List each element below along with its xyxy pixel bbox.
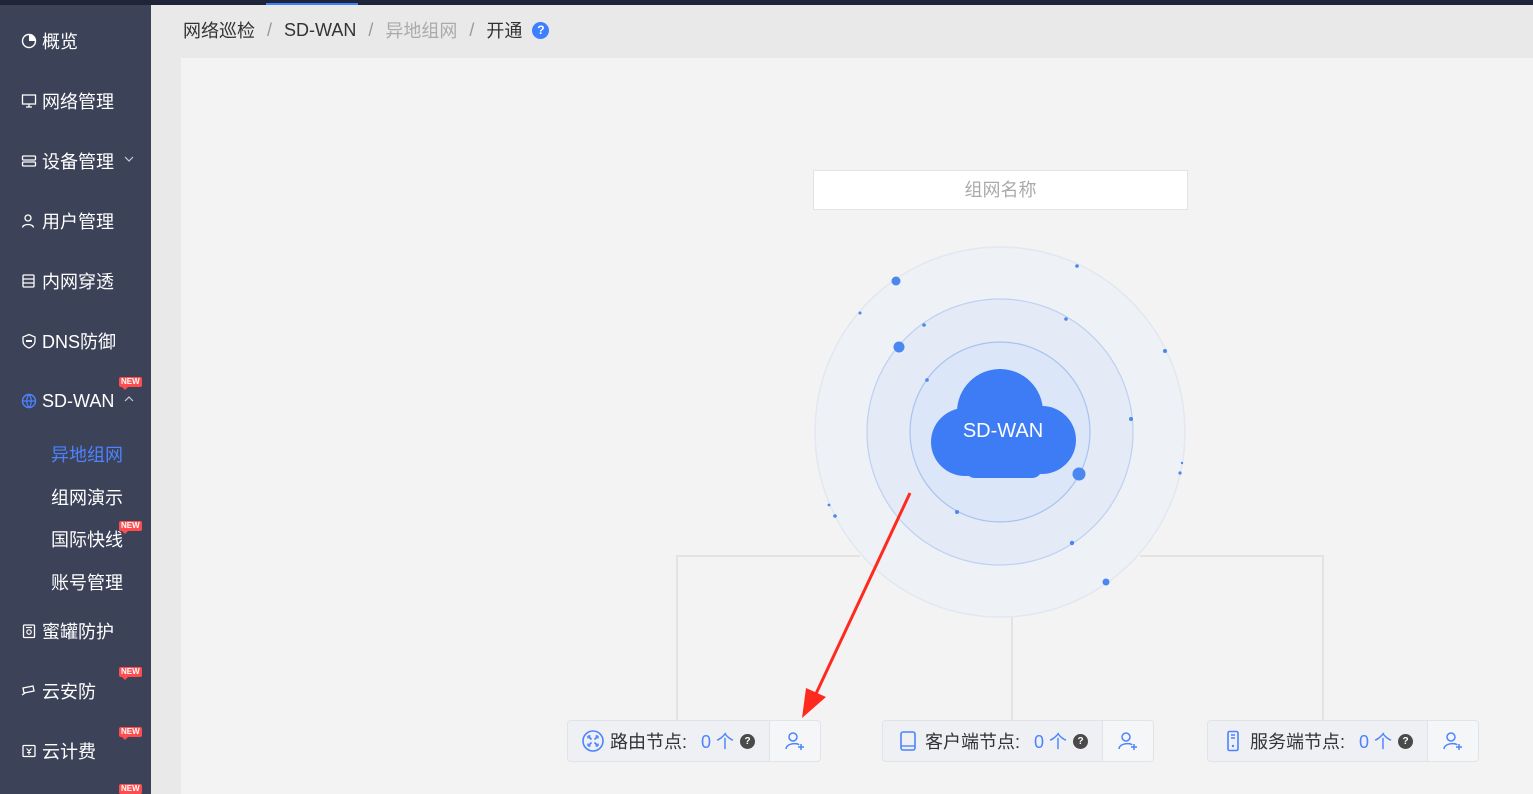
client-node-count: 0 个 <box>1034 732 1068 752</box>
cloud-label: SD-WAN <box>962 420 1044 442</box>
top-bar <box>0 0 1533 5</box>
add-server-node-button[interactable] <box>1427 720 1480 762</box>
sidebar-subitem-accounts[interactable]: 账号管理 <box>51 569 123 595</box>
monitor-icon <box>20 92 38 110</box>
camera-icon <box>20 682 38 700</box>
add-client-node-button[interactable] <box>1102 720 1155 762</box>
add-user-icon <box>1443 732 1463 750</box>
active-tab-indicator <box>266 3 358 5</box>
shield-icon <box>20 332 38 350</box>
breadcrumb-current: 开通 <box>486 21 523 41</box>
sidebar-subitem-intl-line[interactable]: 国际快线 <box>51 526 123 552</box>
sidebar-item-overview[interactable]: 概览 <box>0 21 151 61</box>
router-node-card: 路由节点: 0 个 ? <box>567 720 822 762</box>
pie-chart-icon <box>20 32 38 50</box>
help-icon[interactable]: ? <box>740 733 756 749</box>
server-node-label: 服务端节点: <box>1250 732 1346 752</box>
user-icon <box>20 212 38 230</box>
content-panel <box>181 58 1533 794</box>
lock-box-icon <box>20 622 38 640</box>
server-node-card: 服务端节点: 0 个 ? <box>1207 720 1480 762</box>
help-icon[interactable]: ? <box>1073 733 1089 749</box>
new-badge: NEW <box>119 667 142 680</box>
database-icon <box>20 272 38 290</box>
help-icon[interactable]: ? <box>532 21 550 39</box>
sidebar-item-dns[interactable]: DNS防御 <box>0 321 151 361</box>
breadcrumb-item[interactable]: 异地组网 <box>385 17 457 43</box>
breadcrumb: 网络巡检 / SD-WAN / 异地组网 / 开通 ? <box>183 17 550 43</box>
billing-icon <box>20 742 38 760</box>
add-user-icon <box>785 732 805 750</box>
sidebar-item-tunnel[interactable]: 内网穿透 <box>0 261 151 301</box>
router-node-info: 路由节点: 0 个 ? <box>567 720 770 762</box>
sidebar-item-network[interactable]: 网络管理 <box>0 81 151 121</box>
router-node-label: 路由节点: <box>610 732 688 752</box>
client-node-info: 客户端节点: 0 个 ? <box>882 720 1103 762</box>
sidebar-item-honeypot[interactable]: 蜜罐防护 <box>0 611 151 651</box>
server-tower-icon <box>1222 730 1244 752</box>
add-router-node-button[interactable] <box>769 720 822 762</box>
sidebar-subitem-demo[interactable]: 组网演示 <box>51 484 123 510</box>
sidebar-item-label: DNS防御 <box>42 332 117 352</box>
sidebar-item-label: 用户管理 <box>42 212 114 232</box>
new-badge: NEW <box>119 727 142 740</box>
sidebar-item-devices[interactable]: 设备管理 <box>0 141 151 181</box>
tablet-icon <box>897 730 919 752</box>
network-name-input[interactable] <box>813 170 1188 210</box>
sidebar: 概览 网络管理 设备管理 用户管理 内网穿透 DNS防御 SD-WAN NEW … <box>0 5 151 794</box>
sidebar-item-label: 云计费 <box>42 742 96 762</box>
client-node-card: 客户端节点: 0 个 ? <box>882 720 1155 762</box>
add-user-icon <box>1118 732 1138 750</box>
server-node-info: 服务端节点: 0 个 ? <box>1207 720 1428 762</box>
help-icon[interactable]: ? <box>1398 733 1414 749</box>
sidebar-item-label: 内网穿透 <box>42 272 114 292</box>
chevron-down-icon <box>124 156 134 162</box>
chevron-up-icon <box>124 396 134 402</box>
new-badge: NEW <box>119 784 142 794</box>
sidebar-item-label: 蜜罐防护 <box>42 622 114 642</box>
new-badge: NEW <box>119 377 142 390</box>
client-node-label: 客户端节点: <box>925 732 1021 752</box>
breadcrumb-item[interactable]: SD-WAN <box>284 20 356 41</box>
sidebar-item-label: 概览 <box>42 32 78 52</box>
server-node-count: 0 个 <box>1359 732 1393 752</box>
sidebar-item-users[interactable]: 用户管理 <box>0 201 151 241</box>
sidebar-item-billing[interactable]: 云计费 <box>0 731 151 771</box>
server-icon <box>20 152 38 170</box>
sidebar-item-label: 网络管理 <box>42 92 114 112</box>
globe-icon <box>20 392 38 410</box>
sidebar-item-label: SD-WAN <box>42 390 115 411</box>
router-node-count: 0 个 <box>701 732 735 752</box>
router-icon <box>582 730 604 752</box>
breadcrumb-item[interactable]: 网络巡检 <box>183 17 255 43</box>
sidebar-item-label: 云安防 <box>42 682 96 702</box>
sidebar-item-label: 设备管理 <box>42 152 114 172</box>
sidebar-item-sdwan[interactable]: SD-WAN <box>0 381 151 421</box>
sidebar-subitem-remote-network[interactable]: 异地组网 <box>51 441 123 467</box>
sidebar-item-cloud-security[interactable]: 云安防 <box>0 671 151 711</box>
new-badge: NEW <box>119 521 142 534</box>
